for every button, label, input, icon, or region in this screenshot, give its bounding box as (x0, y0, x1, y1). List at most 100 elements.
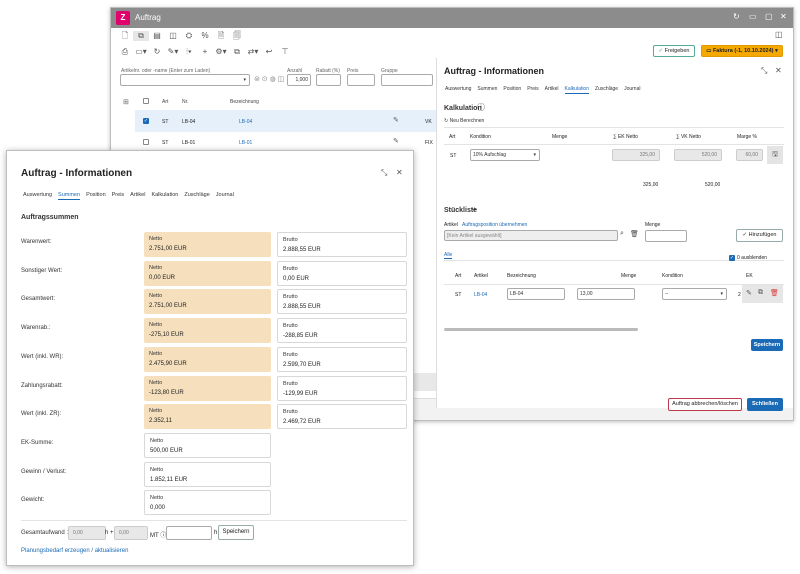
close-button[interactable]: Schließen (747, 398, 783, 411)
netto-label: Netto (150, 437, 164, 444)
row-checkbox[interactable]: ✓ (143, 118, 149, 124)
tab-position[interactable]: Position (503, 86, 521, 92)
print-icon[interactable]: ⎙ (117, 47, 133, 57)
row-bezeichnung[interactable]: LB-01 (239, 140, 252, 146)
new-doc-icon[interactable]: 🗋 (117, 30, 133, 44)
take-position-link[interactable]: Auftragsposition übernehmen (462, 222, 527, 228)
st-bezeichnung-input[interactable]: LB-04 (507, 288, 565, 300)
group-input[interactable] (381, 74, 433, 86)
artikel-input[interactable]: [Kein Artikel ausgewählt] (444, 230, 618, 241)
close-icon[interactable]: ✕ (396, 168, 403, 177)
row-bezeichnung[interactable]: LB-04 (239, 119, 252, 125)
st-menge-input[interactable]: 13,00 (577, 288, 635, 300)
transfer-icon[interactable]: ⇄▾ (245, 47, 261, 56)
panel-icon[interactable]: ◫ (165, 31, 181, 40)
brutto-value: 2.469,72 EUR (283, 419, 321, 426)
reload-icon[interactable]: ↻ (149, 47, 165, 56)
kondition-value: 10% Aufschlag (473, 152, 507, 158)
article-search-input[interactable]: ▾ (120, 74, 250, 86)
close-icon[interactable]: ✕ (775, 66, 782, 75)
brutto-cell: Brutto 2.888,55 EUR (277, 232, 407, 257)
documents-icon[interactable]: 🗐 (229, 30, 245, 44)
brutto-cell: Brutto 2.599,70 EUR (277, 346, 407, 372)
minimize-icon[interactable]: ▭ (749, 12, 757, 21)
article-tools-icon[interactable]: ⊜ ⊙ ◍ ◫ (254, 75, 284, 83)
netto-label: Netto (150, 495, 164, 502)
settings-icon[interactable]: ⛭ (181, 31, 197, 41)
invoice-button[interactable]: ▭ Faktura (-1, 10.10.2024) ▾ (701, 45, 783, 57)
list-icon[interactable]: ▤ (149, 31, 165, 40)
mt-input[interactable] (166, 526, 212, 540)
tab-summen[interactable]: Summen (58, 192, 81, 200)
window-title: Auftrag (135, 13, 161, 22)
menge-input[interactable] (645, 230, 687, 242)
kondition-select[interactable]: 10% Aufschlag ▾ (470, 149, 540, 161)
tab-zuschlaege[interactable]: Zuschläge (595, 86, 618, 92)
brutto-label: Brutto (283, 323, 298, 330)
tab-artikel[interactable]: Artikel (545, 86, 559, 92)
expand-icon[interactable]: ⤡ (381, 168, 387, 178)
add-icon[interactable]: + (472, 205, 477, 214)
netto-label: Netto (149, 408, 163, 415)
gear-icon[interactable]: ⚙▾ (213, 47, 229, 56)
select-all-checkbox[interactable] (143, 98, 149, 104)
add-icon[interactable]: + (197, 47, 213, 56)
save-button[interactable]: Speichern (751, 339, 783, 351)
edit-icon[interactable]: ✎ (746, 289, 752, 297)
discount-input[interactable] (316, 74, 341, 86)
row-edit-icon[interactable]: ✎ (393, 116, 399, 124)
expand-icon[interactable]: ⤡ (761, 66, 767, 76)
recalculate-button[interactable]: ↻ Neu Berechnen (444, 118, 484, 124)
save-button[interactable]: Speichern (218, 525, 254, 540)
copy-icon[interactable]: ⧉ (133, 31, 149, 41)
row-checkbox[interactable] (143, 139, 149, 145)
text-icon[interactable]: ⊤ (277, 47, 293, 56)
hide-checkbox[interactable]: ✓ (729, 255, 735, 261)
undo-icon[interactable]: ↩ (261, 47, 277, 56)
close-icon[interactable]: ✕ (780, 12, 787, 21)
tab-auswertung[interactable]: Auswertung (23, 192, 52, 198)
approve-button[interactable]: ✓ Freigeben (653, 45, 695, 57)
tab-journal[interactable]: Journal (624, 86, 640, 92)
tab-zuschlaege[interactable]: Zuschläge (184, 192, 209, 198)
duplicate-icon[interactable]: ⧉ (229, 47, 245, 57)
row-edit-icon[interactable]: ✎ (393, 137, 399, 145)
st-kondition-select[interactable]: -- ▾ (662, 288, 727, 300)
table-row[interactable]: ✓ ST LB-04 LB-04 ✎ VK (135, 110, 437, 132)
horizontal-scrollbar[interactable] (444, 328, 638, 331)
tab-kalkulation[interactable]: Kalkulation (564, 86, 589, 94)
dropdown-icon: ▾ (243, 77, 246, 83)
tab-position[interactable]: Position (86, 192, 106, 198)
filter-alle[interactable]: Alle (444, 252, 453, 259)
tab-artikel[interactable]: Artikel (130, 192, 145, 198)
planning-link[interactable]: Planungsbedarf erzeugen / aktualisieren (21, 548, 128, 554)
edit-icon[interactable]: ✎▾ (165, 47, 181, 56)
maximize-icon[interactable]: ▢ (765, 12, 773, 21)
tab-summen[interactable]: Summen (477, 86, 497, 92)
delete-icon[interactable]: 🗑 (770, 289, 779, 297)
search-icon[interactable]: ⌕ (620, 230, 624, 238)
tab-journal[interactable]: Journal (216, 192, 234, 198)
document-icon[interactable]: 🗎 (213, 30, 229, 44)
folder-icon[interactable]: ▭▾ (133, 47, 149, 56)
split-view-icon[interactable]: ◫ (775, 30, 783, 39)
info-icon[interactable]: ⓘ (477, 102, 485, 113)
tab-auswertung[interactable]: Auswertung (445, 86, 471, 92)
st-artikel-link[interactable]: LB-04 (474, 292, 487, 298)
trash-icon[interactable]: 🗑 (630, 230, 639, 238)
tab-preis[interactable]: Preis (112, 192, 125, 198)
tab-preis[interactable]: Preis (527, 86, 538, 92)
percent-icon[interactable]: % (197, 31, 213, 40)
netto-cell: Netto -275,10 EUR (144, 318, 271, 344)
price-input[interactable] (347, 74, 375, 86)
copy-icon[interactable]: ⧉ (758, 289, 763, 297)
columns-icon[interactable]: ⦙▾ (181, 47, 197, 57)
quantity-input[interactable]: 1,000 (287, 74, 311, 86)
table-row[interactable]: ST LB-01 LB-01 ✎ FIX (135, 132, 437, 152)
tab-kalkulation[interactable]: Kalkulation (151, 192, 178, 198)
add-button[interactable]: ✓ Hinzufügen (736, 229, 783, 242)
tree-icon[interactable]: ⊞ (123, 98, 129, 106)
refresh-icon[interactable]: ↻ (733, 12, 740, 21)
save-icon[interactable]: 🖫 (767, 146, 783, 164)
cancel-order-button[interactable]: Auftrag abbrechen/löschen (668, 398, 742, 411)
